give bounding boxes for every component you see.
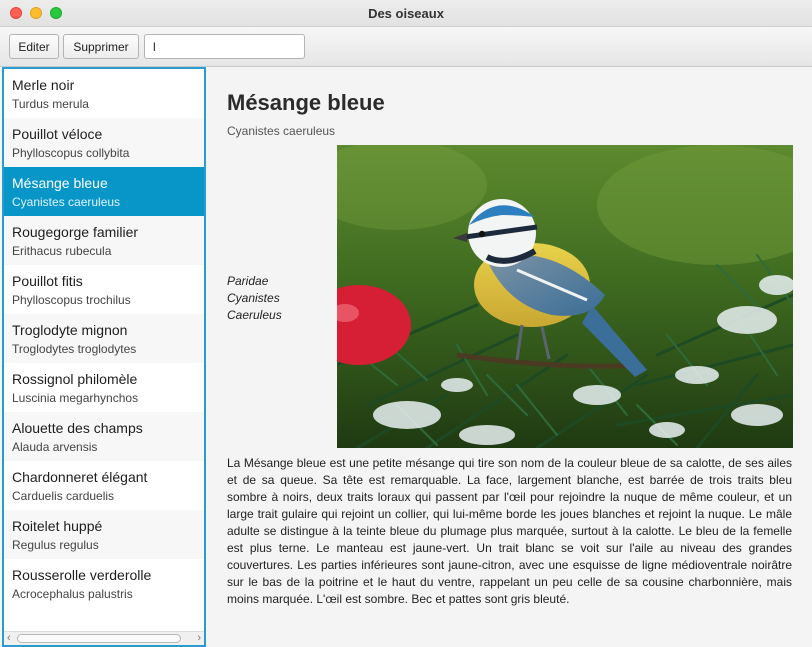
list-item-latin-name: Luscinia megarhynchos — [12, 391, 139, 405]
list-item[interactable]: Chardonneret élégant Carduelis carduelis — [4, 461, 204, 510]
list-item-latin-name: Cyanistes caeruleus — [12, 195, 121, 209]
list-item-name: Merle noir — [12, 77, 75, 93]
list-item[interactable]: Mésange bleue Cyanistes caeruleus — [4, 167, 204, 216]
list-item[interactable]: Merle noir Turdus merula — [4, 69, 204, 118]
list-item[interactable]: Pouillot fitis Phylloscopus trochilus — [4, 265, 204, 314]
list-item-name: Troglodyte mignon — [12, 322, 128, 338]
detail-title: Mésange bleue — [227, 90, 385, 115]
taxonomy-genus: Cyanistes — [227, 291, 280, 305]
list-item-latin-name: Acrocephalus palustris — [12, 587, 133, 601]
list-item-name: Pouillot fitis — [12, 273, 83, 289]
scrollbar-thumb[interactable] — [17, 634, 181, 643]
bird-list-items: Merle noir Turdus merula Pouillot véloce Ph… — [4, 69, 204, 608]
scroll-right-arrow-icon[interactable]: › — [197, 632, 201, 645]
list-item-name: Chardonneret élégant — [12, 469, 148, 485]
title-bar: Des oiseaux — [0, 0, 812, 27]
list-item-name: Alouette des champs — [12, 420, 143, 436]
bird-photo — [337, 145, 793, 448]
edit-button[interactable]: Editer — [9, 34, 59, 59]
search-input[interactable] — [144, 34, 305, 59]
delete-button[interactable]: Supprimer — [63, 34, 139, 59]
list-item-name: Rossignol philomèle — [12, 371, 138, 387]
taxonomy-species: Caeruleus — [227, 308, 282, 322]
scroll-left-arrow-icon[interactable]: ‹ — [7, 632, 11, 645]
list-item[interactable]: Roitelet huppé Regulus regulus — [4, 510, 204, 559]
list-item-latin-name: Regulus regulus — [12, 538, 99, 552]
list-item[interactable]: Pouillot véloce Phylloscopus collybita — [4, 118, 204, 167]
list-item[interactable]: Rousserolle verderolle Acrocephalus palus… — [4, 559, 204, 608]
list-item-name: Rousserolle verderolle — [12, 567, 152, 583]
window-title: Des oiseaux — [368, 6, 444, 21]
list-item[interactable]: Rossignol philomèle Luscinia megarhynchos — [4, 363, 204, 412]
taxonomy-family: Paridae — [227, 274, 269, 288]
list-item-latin-name: Turdus merula — [12, 97, 89, 111]
list-item-latin-name: Troglodytes troglodytes — [12, 342, 137, 356]
list-item-name: Pouillot véloce — [12, 126, 103, 142]
bird-description: La Mésange bleue est une petite mésange … — [227, 456, 792, 606]
list-item-latin-name: Carduelis carduelis — [12, 489, 115, 503]
list-item[interactable]: Rougegorge familier Erithacus rubecula — [4, 216, 204, 265]
list-item[interactable]: Troglodyte mignon Troglodytes troglodytes — [4, 314, 204, 363]
list-item-latin-name: Erithacus rubecula — [12, 244, 112, 258]
detail-latin-name: Cyanistes caeruleus — [227, 124, 336, 138]
taxonomy: Paridae Cyanistes Caeruleus — [227, 273, 282, 324]
horizontal-scrollbar[interactable]: ‹ › — [4, 631, 204, 645]
list-item-latin-name: Phylloscopus collybita — [12, 146, 130, 160]
list-item-latin-name: Phylloscopus trochilus — [12, 293, 131, 307]
toolbar: Editer Supprimer — [0, 27, 812, 67]
list-item-latin-name: Alauda arvensis — [12, 440, 98, 454]
list-item-name: Rougegorge familier — [12, 224, 139, 240]
list-item-name: Roitelet huppé — [12, 518, 103, 534]
list-item[interactable]: Alouette des champs Alauda arvensis — [4, 412, 204, 461]
bird-list[interactable]: Merle noir Turdus merula Pouillot véloce Ph… — [2, 67, 206, 647]
list-item-name: Mésange bleue — [12, 175, 108, 191]
